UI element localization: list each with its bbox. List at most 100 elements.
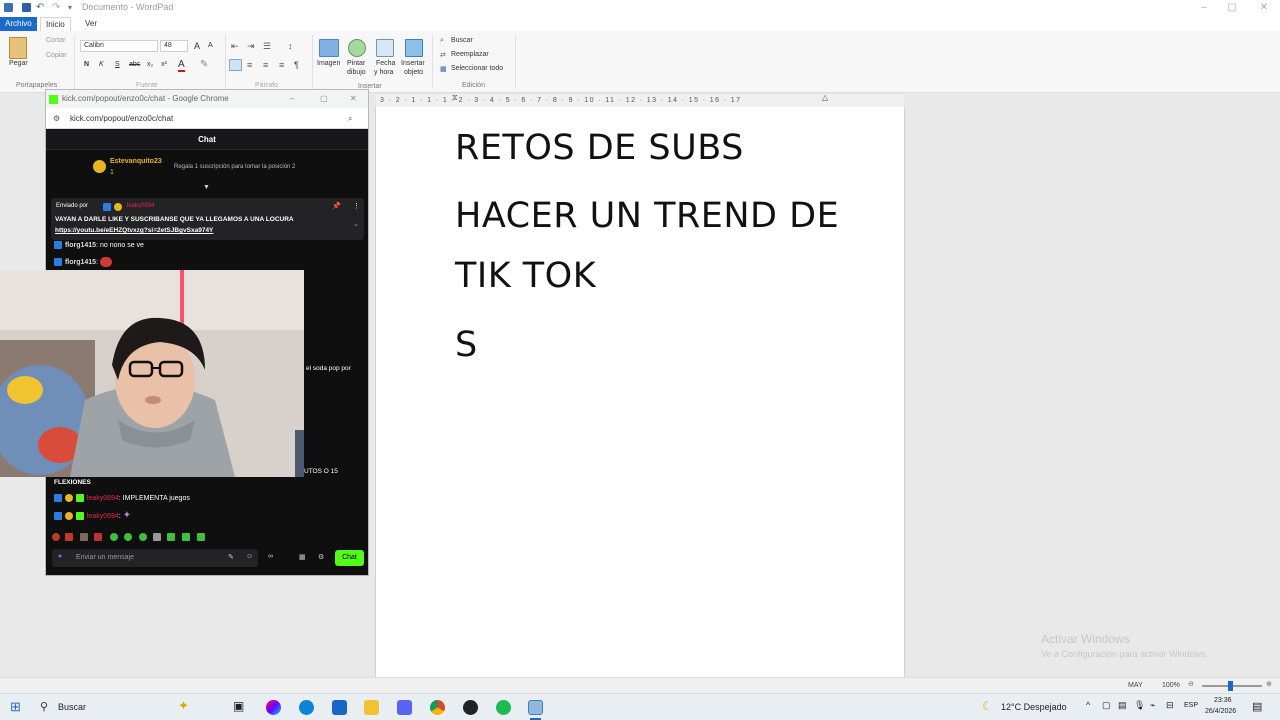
points-icon[interactable]: ∞ — [268, 553, 273, 560]
replace-button[interactable]: Reemplazar — [451, 51, 489, 58]
undo-icon[interactable]: ↶ — [36, 3, 45, 13]
edge-icon[interactable] — [299, 700, 314, 715]
collapse-icon[interactable]: ▼ — [203, 184, 210, 191]
chat-username[interactable]: florg1415 — [65, 242, 96, 249]
pinned-link[interactable]: https://youtu.be/eEHZQtvxzg?si=2etSJBgvS… — [55, 227, 213, 234]
select-all-icon[interactable]: ▦ — [440, 65, 447, 73]
paragraph-icon[interactable]: ¶ — [294, 60, 299, 70]
clock-time[interactable]: 23:36 — [1214, 697, 1232, 704]
align-right-icon[interactable]: ≡ — [263, 60, 268, 70]
wordpad-icon[interactable] — [528, 700, 543, 715]
task-view-icon[interactable]: ▣ — [233, 699, 244, 713]
store-icon[interactable] — [332, 700, 347, 715]
chat-username[interactable]: leaky0694 — [87, 495, 119, 502]
find-button[interactable]: Buscar — [451, 37, 473, 44]
redo-icon[interactable]: ↷ — [52, 3, 61, 13]
doc-line-2[interactable]: HACER UN TREND DE — [455, 196, 839, 236]
emote-icon[interactable] — [182, 533, 190, 541]
calendar-icon[interactable] — [376, 39, 394, 57]
strikethrough-button[interactable]: abc — [129, 61, 140, 68]
date-button[interactable]: Fecha — [376, 60, 395, 67]
weather-icon[interactable]: ☾ — [982, 699, 993, 713]
doc-line-3[interactable]: TIK TOK — [455, 256, 596, 296]
chrome-close-button[interactable]: ✕ — [350, 90, 357, 108]
tab-archivo[interactable]: Archivo — [0, 17, 37, 31]
emote-icon[interactable] — [52, 533, 60, 541]
image-button[interactable]: Imagen — [317, 60, 340, 67]
tray-expand-icon[interactable]: ^ — [1086, 700, 1090, 710]
chat-send-button[interactable]: Chat — [335, 550, 364, 566]
emote-icon[interactable] — [65, 533, 73, 541]
italic-button[interactable]: K — [99, 61, 104, 68]
chat-username[interactable]: florg1415 — [65, 259, 96, 266]
spotify-icon[interactable] — [496, 700, 511, 715]
customize-qat-icon[interactable]: ▾ — [68, 3, 77, 12]
search-icon[interactable]: ⚲ — [40, 700, 48, 713]
font-size-select[interactable]: 48 — [160, 40, 188, 52]
font-color-icon[interactable]: A — [178, 59, 185, 72]
align-left-icon[interactable] — [229, 59, 242, 71]
select-all-button[interactable]: Seleccionar todo — [451, 65, 503, 72]
site-info-icon[interactable]: ⚙ — [53, 108, 60, 129]
weather-text[interactable]: 12°C Despejado — [1001, 702, 1067, 712]
emote-icon[interactable] — [110, 533, 118, 541]
chrome-maximize-button[interactable]: ▢ — [320, 90, 328, 108]
chat-input-placeholder[interactable]: Enviar un mensaje — [76, 554, 134, 561]
zoom-out-icon[interactable]: ⊖ — [1188, 680, 1194, 688]
chrome-address-bar[interactable]: ⚙ kick.com/popout/enzo0c/chat ⌕ — [46, 108, 368, 129]
close-button[interactable]: ✕ — [1252, 0, 1276, 16]
insert-object-icon[interactable] — [405, 39, 423, 57]
document-page[interactable] — [375, 107, 905, 677]
emote-icon[interactable] — [80, 533, 88, 541]
url-text[interactable]: kick.com/popout/enzo0c/chat — [70, 114, 173, 123]
save-icon[interactable] — [22, 3, 31, 12]
network-icon[interactable]: ⊟ — [1166, 700, 1174, 711]
shrink-font-icon[interactable]: A — [208, 42, 213, 49]
decrease-indent-icon[interactable]: ⇤ — [231, 41, 239, 52]
zoom-slider-thumb[interactable] — [1228, 681, 1233, 691]
chat-input[interactable]: ● Enviar un mensaje ✎ ☺ — [52, 549, 258, 567]
gift-info-text[interactable]: Regala 1 suscripción para tomar la posic… — [174, 164, 295, 170]
emoji-icon[interactable]: ☺ — [246, 553, 253, 560]
maximize-button[interactable]: ▢ — [1220, 0, 1244, 16]
tab-inicio[interactable]: Inicio — [40, 17, 71, 31]
chrome-minimize-button[interactable]: – — [290, 90, 294, 108]
replace-icon[interactable]: ⇄ — [440, 51, 446, 59]
list-icon[interactable]: ☰ — [263, 41, 271, 52]
emote-icon[interactable] — [197, 533, 205, 541]
file-explorer-icon[interactable] — [364, 700, 379, 715]
date-button-line2[interactable]: y hora — [374, 69, 393, 76]
insert-object-button[interactable]: Insertar — [401, 60, 425, 67]
chat-settings-icon[interactable]: ⚙ — [318, 553, 324, 561]
indent-marker-icon[interactable]: ⧖ — [452, 93, 458, 103]
highlight-icon[interactable]: ✎ — [200, 59, 208, 70]
language-indicator[interactable]: ESP — [1184, 702, 1198, 709]
emote-bar[interactable] — [52, 531, 205, 543]
paste-button[interactable]: Pegar — [9, 60, 28, 67]
copilot-highlight-icon[interactable]: ✦ — [178, 698, 189, 714]
more-options-icon[interactable]: ⋮ — [353, 202, 360, 210]
text-format-icon[interactable]: ✎ — [228, 553, 234, 561]
mic-icon[interactable]: ● — [58, 553, 62, 560]
underline-button[interactable]: S — [115, 61, 120, 68]
zoom-in-icon[interactable]: ⊕ — [1266, 680, 1272, 688]
superscript-button[interactable]: x² — [161, 61, 167, 68]
zoom-icon[interactable]: ⌕ — [348, 108, 352, 129]
align-center-icon[interactable]: ≡ — [247, 60, 252, 70]
find-icon[interactable]: ⌕ — [440, 37, 444, 45]
copilot-icon[interactable] — [266, 700, 281, 715]
start-icon[interactable]: ⊞ — [10, 699, 21, 715]
store-icon[interactable]: ▦ — [299, 553, 306, 561]
doc-line-4[interactable]: S — [455, 325, 478, 365]
emote-icon[interactable] — [153, 533, 161, 541]
minimize-button[interactable]: – — [1192, 0, 1216, 16]
increase-indent-icon[interactable]: ⇥ — [247, 41, 255, 52]
justify-icon[interactable]: ≡ — [279, 60, 284, 70]
paint-button-line2[interactable]: dibujo — [347, 69, 366, 76]
clock-date[interactable]: 26/4/2026 — [1205, 708, 1236, 715]
grow-font-icon[interactable]: A — [194, 41, 200, 51]
line-spacing-icon[interactable]: ↕ — [288, 41, 293, 51]
emote-icon[interactable] — [124, 533, 132, 541]
right-indent-marker-icon[interactable]: △ — [822, 93, 828, 102]
emote-icon[interactable] — [94, 533, 102, 541]
